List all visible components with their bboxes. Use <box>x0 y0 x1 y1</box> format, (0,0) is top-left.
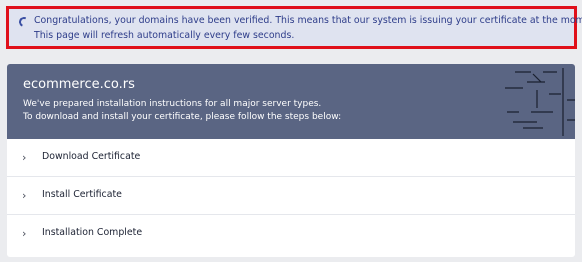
step-installation-complete[interactable]: › Installation Complete <box>7 215 575 253</box>
hero-banner: ecommerce.co.rs We've prepared installat… <box>7 64 575 139</box>
alert-message: Congratulations, your domains have been … <box>34 14 582 43</box>
domain-name: ecommerce.co.rs <box>23 77 135 92</box>
alert-line-1: Congratulations, your domains have been … <box>34 15 582 26</box>
hero-line-1: We've prepared installation instructions… <box>23 99 322 109</box>
chevron-right-icon: › <box>22 189 27 202</box>
chevron-right-icon: › <box>22 227 27 240</box>
chevron-right-icon: › <box>22 151 27 164</box>
step-label: Installation Complete <box>42 227 143 238</box>
loading-spinner-icon <box>17 15 31 29</box>
step-label: Download Certificate <box>42 151 141 162</box>
circuit-decoration-icon <box>505 68 575 136</box>
step-download-certificate[interactable]: › Download Certificate <box>7 139 575 177</box>
step-label: Install Certificate <box>42 189 122 200</box>
hero-line-2: To download and install your certificate… <box>23 112 342 122</box>
certificate-card: ecommerce.co.rs We've prepared installat… <box>7 64 575 257</box>
alert-line-2: This page will refresh automatically eve… <box>34 29 295 41</box>
verification-alert: Congratulations, your domains have been … <box>6 6 582 49</box>
step-install-certificate[interactable]: › Install Certificate <box>7 177 575 215</box>
